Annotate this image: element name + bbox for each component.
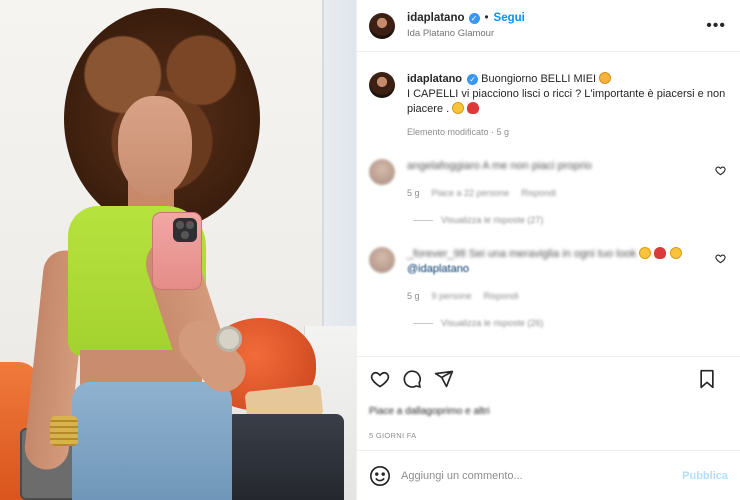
window-frame: [322, 0, 356, 330]
verified-badge-icon: ✓: [467, 74, 479, 85]
publish-button[interactable]: Pubblica: [682, 470, 728, 482]
heart-emoji-icon: [654, 247, 667, 259]
comment-bubble-icon[interactable]: [401, 368, 423, 390]
follow-button[interactable]: Segui: [494, 12, 525, 24]
comment-likes[interactable]: Piace a 22 persone: [432, 186, 510, 201]
comments-section[interactable]: idaplatano ✓ Buongiorno BELLI MIEI I CAP…: [357, 52, 740, 356]
post-side-panel: idaplatano ✓ • Segui Ida Platano Glamour…: [356, 0, 740, 500]
comment-meta: 5 g Piace a 22 persone Rispondi: [407, 186, 728, 201]
comment-input[interactable]: [401, 469, 683, 482]
reply-button[interactable]: Rispondi: [484, 289, 519, 304]
reply-button[interactable]: Rispondi: [521, 186, 556, 201]
view-replies-label[interactable]: Visualizza le risposte (26): [441, 318, 543, 328]
share-paper-plane-icon[interactable]: [433, 368, 455, 390]
instagram-post: idaplatano ✓ • Segui Ida Platano Glamour…: [0, 0, 740, 500]
cat-emoji-icon: [599, 72, 612, 84]
bracelets: [50, 416, 78, 446]
emoji-picker-icon[interactable]: [369, 465, 391, 487]
jeans: [72, 382, 232, 500]
comment-meta: 5 g 9 persone Rispondi: [407, 289, 728, 304]
post-location[interactable]: Ida Platano Glamour: [407, 28, 704, 39]
commenter-avatar[interactable]: [369, 159, 395, 185]
mention-link[interactable]: @idaplatano: [407, 263, 469, 275]
author-avatar[interactable]: [369, 12, 395, 39]
verified-badge-icon: ✓: [468, 12, 480, 24]
caption-line-1: Buongiorno BELLI MIEI: [481, 73, 597, 85]
more-options-icon[interactable]: •••: [704, 17, 728, 35]
commenter-username[interactable]: _forever_98: [407, 248, 466, 260]
commenter-username[interactable]: angelafoggiaro: [407, 160, 480, 172]
view-replies-label[interactable]: Visualizza le risposte (27): [441, 215, 543, 225]
smile-emoji-icon: [669, 247, 682, 259]
comment-body: _forever_98 Sei una meraviglia in ogni t…: [407, 247, 728, 304]
view-replies[interactable]: Visualizza le risposte (26): [413, 318, 728, 328]
post-caption: idaplatano ✓ Buongiorno BELLI MIEI I CAP…: [369, 72, 728, 117]
comment-body: angelafoggiaro A me non piaci proprio 5 …: [407, 159, 728, 201]
post-actions-bar: [357, 356, 740, 400]
save-bookmark-icon[interactable]: [696, 368, 718, 390]
comment-item: _forever_98 Sei una meraviglia in ogni t…: [369, 247, 728, 304]
comment-item: angelafoggiaro A me non piaci proprio 5 …: [369, 159, 728, 201]
caption-username[interactable]: idaplatano: [407, 73, 462, 85]
post-timestamp[interactable]: 5 GIORNI FA: [357, 417, 740, 440]
view-replies[interactable]: Visualizza le risposte (27): [413, 215, 728, 225]
comment-likes[interactable]: 9 persone: [432, 289, 472, 304]
like-heart-icon[interactable]: [369, 368, 391, 390]
caption-meta: Elemento modificato · 5 g: [407, 127, 510, 137]
author-row: idaplatano ✓ • Segui: [407, 12, 704, 24]
face: [118, 96, 192, 196]
laughing-emoji-icon: [452, 102, 465, 114]
dark-table: [226, 414, 344, 500]
lips-emoji-icon: [467, 102, 480, 114]
author-username[interactable]: idaplatano: [407, 12, 465, 24]
wristwatch: [216, 326, 242, 352]
caption-avatar[interactable]: [369, 72, 395, 98]
replies-divider: [413, 219, 433, 221]
comment-text: A me non piaci proprio: [482, 160, 592, 172]
post-photo[interactable]: [0, 0, 356, 500]
comment-time: 5 g: [407, 291, 420, 301]
like-comment-heart-icon[interactable]: [715, 165, 726, 179]
author-meta: idaplatano ✓ • Segui Ida Platano Glamour: [407, 12, 704, 39]
caption-text: idaplatano ✓ Buongiorno BELLI MIEI I CAP…: [407, 72, 728, 117]
comment-time: 5 g: [407, 188, 420, 198]
post-header: idaplatano ✓ • Segui Ida Platano Glamour…: [357, 0, 740, 52]
likes-summary[interactable]: Piace a dallagoprimo e altri: [357, 400, 740, 417]
like-comment-heart-icon[interactable]: [715, 253, 726, 267]
comment-text: Sei una meraviglia in ogni tuo look: [468, 248, 637, 260]
add-comment-bar: Pubblica: [357, 450, 740, 500]
laughing-emoji-icon: [639, 247, 652, 259]
replies-divider: [413, 322, 433, 324]
commenter-avatar[interactable]: [369, 247, 395, 273]
phone-camera: [173, 218, 197, 242]
separator-dot: •: [484, 12, 489, 24]
